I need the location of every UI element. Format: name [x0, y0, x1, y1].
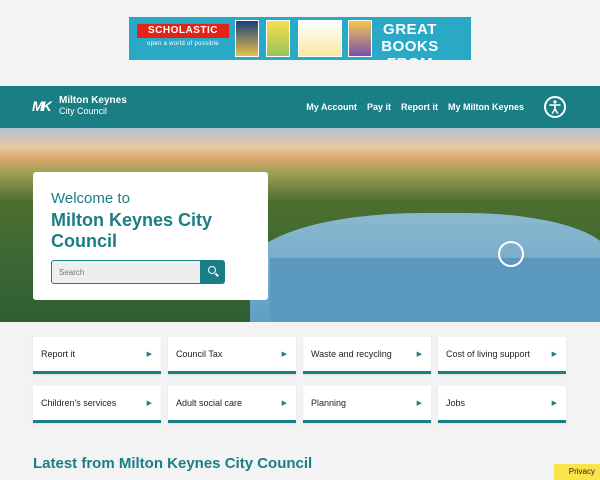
mk-logo-icon: MK [32, 98, 52, 114]
welcome-card: Welcome to Milton Keynes City Council [33, 172, 268, 300]
ad-book-cover [235, 20, 259, 57]
quick-link-adult-social-care[interactable]: Adult social care ▶ [168, 386, 296, 423]
nav-report-it[interactable]: Report it [401, 102, 438, 112]
quick-link-label: Cost of living support [446, 349, 531, 359]
latest-news-heading: Latest from Milton Keynes City Council [33, 455, 313, 472]
quick-link-label: Waste and recycling [311, 349, 392, 359]
ad-book-cover [266, 20, 290, 57]
ad-brand: SCHOLASTIC [137, 24, 229, 38]
nav-my-account[interactable]: My Account [306, 102, 357, 112]
site-header: MK Milton Keynes City Council My Account… [0, 86, 600, 128]
arrow-right-icon: ▶ [281, 400, 287, 407]
quick-link-label: Planning [311, 398, 347, 408]
quick-link-label: Adult social care [176, 398, 243, 408]
mkcc-logo[interactable]: MK Milton Keynes City Council [32, 95, 127, 117]
logo-line1: Milton Keynes [59, 95, 127, 106]
quick-link-label: Children's services [41, 398, 117, 408]
quick-link-label: Council Tax [176, 349, 223, 359]
quick-link-report-it[interactable]: Report it ▶ [33, 337, 161, 374]
search-input[interactable] [51, 260, 201, 284]
search-button[interactable] [201, 260, 225, 284]
quick-links: Report it ▶ Council Tax ▶ Waste and recycl… [33, 337, 567, 423]
ad-banner-area: SCHOLASTIC open a world of possible GREA… [0, 0, 600, 86]
main-nav: My Account Pay it Report it My Milton Ke… [306, 102, 524, 112]
arrow-right-icon: ▶ [146, 351, 152, 358]
ferris-wheel-image [498, 241, 524, 267]
ad-headline: GREAT BOOKS FROM £1.99 [381, 21, 439, 60]
logo-line2: City Council [59, 106, 108, 116]
search-form [51, 260, 225, 284]
scholastic-logo: SCHOLASTIC open a world of possible [137, 24, 229, 53]
quick-link-jobs[interactable]: Jobs ▶ [438, 386, 566, 423]
ad-brand-tagline: open a world of possible [147, 41, 219, 47]
arrow-right-icon: ▶ [416, 400, 422, 407]
quick-link-cost-of-living[interactable]: Cost of living support ▶ [438, 337, 566, 374]
quick-link-label: Report it [41, 349, 76, 359]
quick-link-council-tax[interactable]: Council Tax ▶ [168, 337, 296, 374]
arrow-right-icon: ▶ [281, 351, 287, 358]
welcome-text: Welcome to [51, 190, 130, 207]
privacy-button[interactable]: Privacy [554, 464, 600, 480]
arrow-right-icon: ▶ [551, 400, 557, 407]
quick-link-label: Jobs [446, 398, 466, 408]
arrow-right-icon: ▶ [146, 400, 152, 407]
arrow-right-icon: ▶ [416, 351, 422, 358]
quick-link-childrens-services[interactable]: Children's services ▶ [33, 386, 161, 423]
accessibility-icon[interactable] [544, 96, 566, 118]
nav-my-milton-keynes[interactable]: My Milton Keynes [448, 102, 524, 112]
page-title: Milton Keynes City Council [51, 210, 213, 251]
arrow-right-icon: ▶ [551, 351, 557, 358]
nav-pay-it[interactable]: Pay it [367, 102, 391, 112]
quick-link-planning[interactable]: Planning ▶ [303, 386, 431, 423]
ad-book-cover [298, 20, 342, 57]
hero-lake-image [270, 258, 600, 322]
hero-banner: Welcome to Milton Keynes City Council [0, 128, 600, 322]
quick-link-waste-recycling[interactable]: Waste and recycling ▶ [303, 337, 431, 374]
scholastic-ad[interactable]: SCHOLASTIC open a world of possible GREA… [129, 17, 471, 60]
